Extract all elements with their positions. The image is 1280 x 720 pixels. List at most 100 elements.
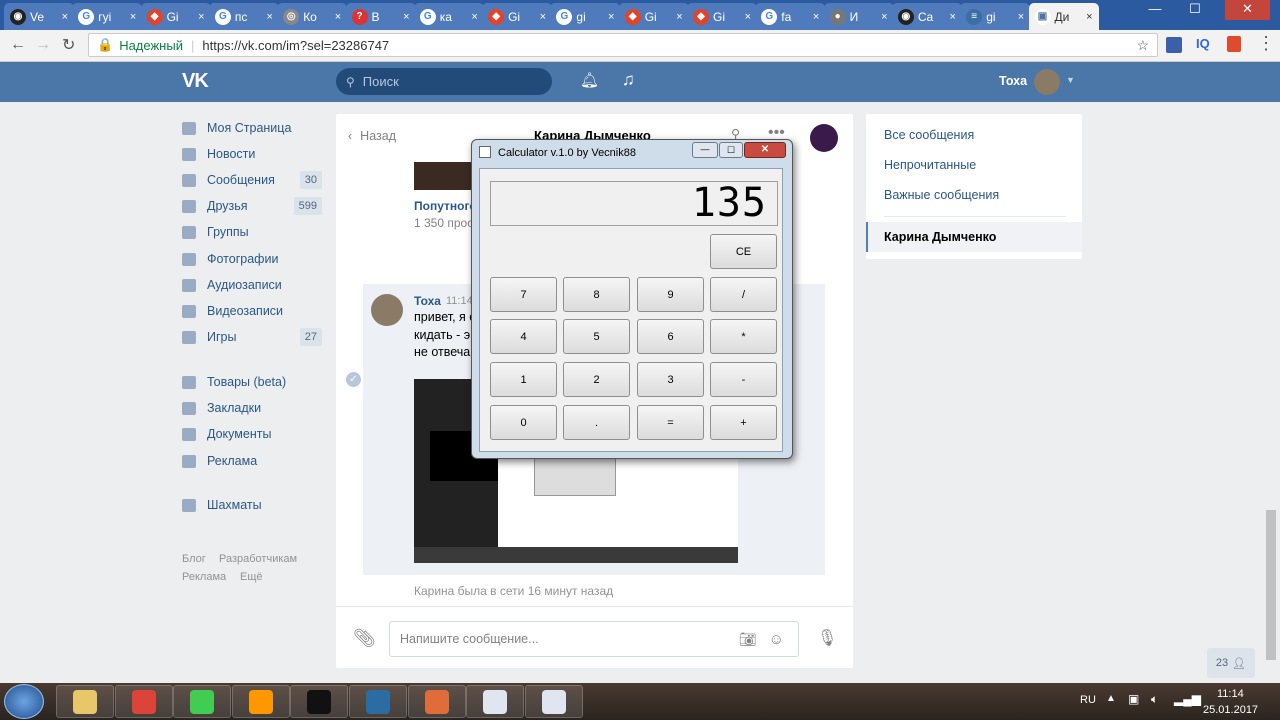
taskbar-button[interactable] — [56, 685, 114, 718]
sidebar-item-11[interactable]: Закладки — [182, 397, 322, 419]
search-input[interactable]: ⚲ Поиск — [336, 68, 552, 95]
page-scrollbar[interactable] — [1266, 510, 1276, 660]
volume-icon[interactable]: 🔈︎ — [1151, 692, 1158, 707]
sidebar-item-1[interactable]: Моя Страница — [182, 117, 322, 139]
sidebar-item-5[interactable]: Группы — [182, 221, 322, 243]
filter-unread[interactable]: Непрочитанные — [884, 158, 976, 172]
calc-close-button[interactable]: ✕ — [744, 142, 786, 158]
filter-all-messages[interactable]: Все сообщения — [884, 128, 974, 142]
back-button[interactable]: ‹ Назад — [348, 129, 396, 143]
emoji-icon[interactable]: ☺ — [769, 631, 784, 648]
browser-tab[interactable]: ● И × — [823, 3, 894, 30]
taskbar-button[interactable] — [407, 685, 466, 718]
filter-important[interactable]: Важные сообщения — [884, 188, 999, 202]
iq-extension-icon[interactable]: IQ — [1196, 36, 1210, 51]
sidebar-item-7[interactable]: Аудиозаписи — [182, 274, 322, 296]
notifications-bell-icon[interactable]: 🔔︎ — [580, 71, 599, 89]
browser-tab[interactable]: ◆ Gi × — [687, 3, 757, 30]
browser-tab[interactable]: ≡ gi × — [960, 3, 1031, 30]
taskbar-button[interactable] — [524, 685, 583, 718]
browser-tab[interactable]: Gка × — [413, 3, 484, 30]
music-player-icon[interactable]: ♫ — [622, 70, 635, 90]
browser-tab[interactable]: ◆ Gi × — [618, 3, 689, 30]
calc-key-button[interactable]: / — [710, 277, 777, 312]
footer-link[interactable]: Блог — [182, 553, 206, 565]
footer-link[interactable]: Реклама — [182, 571, 226, 583]
close-tab-icon[interactable]: × — [266, 11, 272, 23]
peer-avatar[interactable] — [810, 124, 838, 152]
browser-tab[interactable]: ◉ Ca × — [891, 3, 962, 30]
calc-key-button[interactable]: 7 — [490, 277, 557, 312]
language-indicator[interactable]: RU — [1080, 694, 1096, 706]
camera-icon[interactable]: 📷︎ — [739, 631, 757, 648]
active-conversation-item[interactable]: Карина Дымченко — [866, 222, 1082, 252]
browser-tab[interactable]: Ggi × — [550, 3, 621, 30]
browser-tab[interactable]: Gпс × — [208, 3, 279, 30]
browser-tab[interactable]: Gfa × — [755, 3, 826, 30]
browser-tab[interactable]: ◎ Ко × — [277, 3, 348, 30]
extension-icon[interactable] — [1166, 37, 1182, 53]
forward-icon[interactable]: → — [35, 36, 51, 54]
browser-tab[interactable]: ◆ Gi × — [482, 3, 553, 30]
user-avatar[interactable] — [1034, 69, 1060, 95]
post-title[interactable]: Попутного — [414, 199, 477, 213]
calc-minimize-button[interactable]: — — [692, 142, 718, 158]
close-tab-icon[interactable]: × — [471, 11, 477, 23]
close-tab-icon[interactable]: × — [1018, 11, 1024, 23]
tray-device-icon[interactable]: ▣ — [1128, 692, 1139, 706]
calc-key-button[interactable]: 0 — [490, 405, 557, 440]
browser-tab[interactable]: ▣ Ди × — [1028, 3, 1099, 30]
close-tab-icon[interactable]: × — [335, 11, 341, 23]
browser-tab[interactable]: ◆ Gi × — [140, 3, 211, 30]
close-tab-icon[interactable]: × — [745, 11, 751, 23]
calc-key-button[interactable]: + — [710, 405, 777, 440]
checkmark-icon[interactable]: ✓ — [346, 372, 361, 387]
message-input[interactable]: Напишите сообщение... 📷︎ ☺ — [389, 621, 799, 657]
tray-arrow-icon[interactable]: ▲ — [1106, 693, 1116, 704]
calc-key-button[interactable]: 8 — [563, 277, 630, 312]
sidebar-item-6[interactable]: Фотографии — [182, 248, 322, 270]
maximize-window-button[interactable]: ☐ — [1180, 0, 1210, 20]
browser-tab[interactable]: Gгуі × — [72, 3, 143, 30]
sidebar-item-8[interactable]: Видеозаписи — [182, 300, 322, 322]
clock-date[interactable]: 25.01.2017 — [1203, 704, 1258, 716]
close-tab-icon[interactable]: × — [949, 11, 955, 23]
close-tab-icon[interactable]: × — [403, 11, 409, 23]
calc-key-button[interactable]: 2 — [563, 362, 630, 397]
sidebar-item-2[interactable]: Новости — [182, 143, 322, 165]
sidebar-item-3[interactable]: Сообщения 30 — [182, 169, 322, 191]
start-button[interactable] — [4, 684, 44, 719]
sidebar-item-10[interactable]: Товары (beta) — [182, 371, 322, 393]
taskbar-button[interactable] — [466, 685, 525, 718]
close-tab-icon[interactable]: × — [813, 11, 819, 23]
sidebar-item-12[interactable]: Документы — [182, 423, 322, 445]
taskbar-button[interactable] — [173, 685, 232, 718]
chevron-down-icon[interactable]: ▼ — [1066, 75, 1075, 85]
vk-logo-icon[interactable]: VK — [182, 70, 209, 93]
close-tab-icon[interactable]: × — [540, 11, 546, 23]
back-icon[interactable]: ← — [10, 36, 26, 54]
attach-icon[interactable]: 📎︎ — [353, 628, 376, 649]
reload-icon[interactable]: ↻ — [62, 35, 75, 55]
calc-key-button[interactable]: 5 — [563, 319, 630, 354]
footer-link[interactable]: Ещё — [240, 571, 263, 583]
sender-avatar[interactable] — [371, 294, 403, 326]
close-tab-icon[interactable]: × — [676, 11, 682, 23]
close-tab-icon[interactable]: × — [1086, 11, 1092, 23]
close-tab-icon[interactable]: × — [198, 11, 204, 23]
online-friends-badge[interactable]: 23 👤︎ — [1207, 648, 1255, 678]
chrome-menu-icon[interactable]: ⋮ — [1257, 33, 1275, 54]
close-tab-icon[interactable]: × — [62, 11, 68, 23]
footer-link[interactable]: Разработчикам — [219, 553, 297, 565]
calc-key-button[interactable]: = — [637, 405, 704, 440]
sidebar-item-14[interactable]: Шахматы — [182, 494, 322, 516]
calc-key-button[interactable]: 6 — [637, 319, 704, 354]
browser-tab[interactable]: ◉ Ve × — [4, 3, 74, 30]
close-tab-icon[interactable]: × — [881, 11, 887, 23]
calc-maximize-button[interactable]: ☐ — [719, 142, 743, 158]
microphone-icon[interactable]: 🎙︎ — [817, 628, 837, 648]
taskbar-button[interactable] — [290, 685, 349, 718]
calc-key-button[interactable]: * — [710, 319, 777, 354]
clock-time[interactable]: 11:14 — [1217, 688, 1244, 700]
calc-key-button[interactable]: 3 — [637, 362, 704, 397]
